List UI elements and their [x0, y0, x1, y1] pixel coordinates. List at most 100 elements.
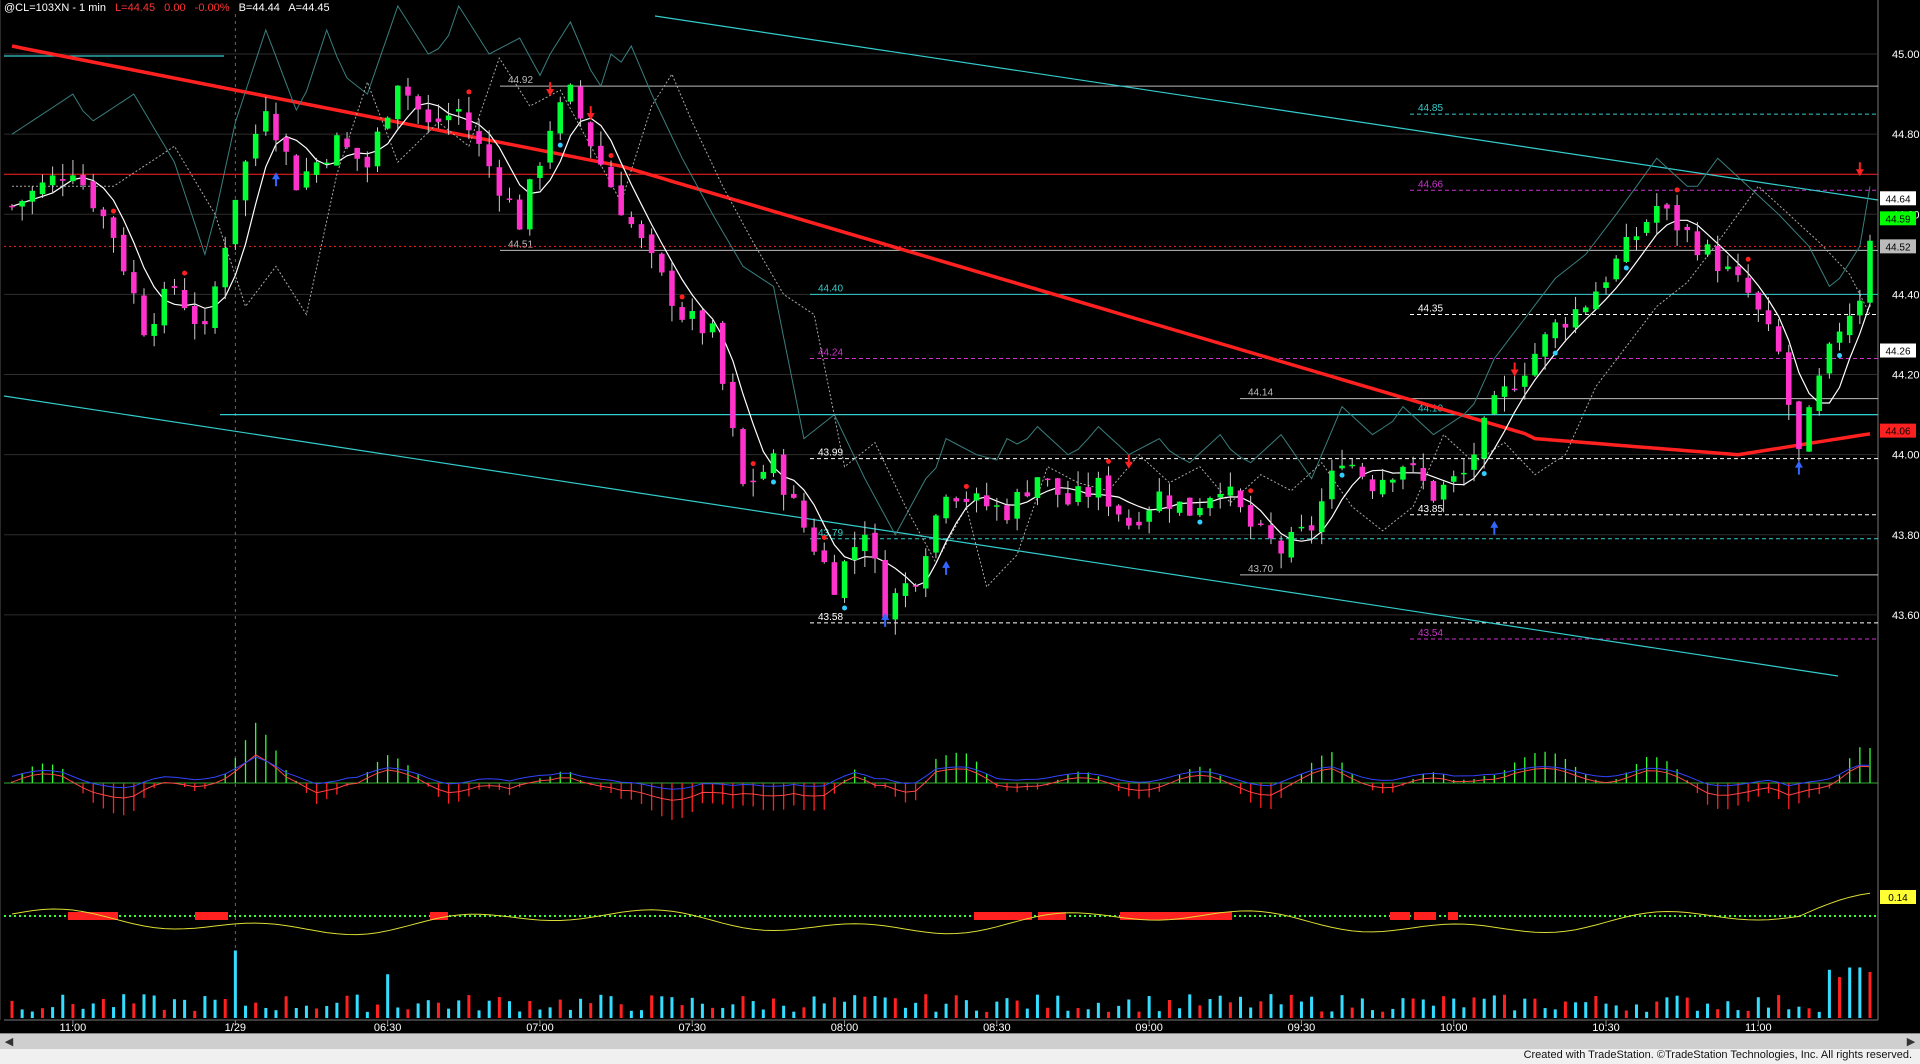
candle-body [1237, 490, 1244, 508]
price-level-label: 43.58 [818, 612, 843, 623]
volume-bar [1035, 994, 1039, 1018]
volume-bar [1574, 1002, 1578, 1018]
candle-body [323, 162, 330, 165]
candle-body [1684, 226, 1691, 231]
candle-body [1613, 258, 1619, 280]
x-tick-label: 08:30 [983, 1022, 1011, 1033]
candle-body [1745, 277, 1751, 293]
volume-bar [883, 997, 887, 1018]
candle-body [1298, 526, 1305, 529]
volume-bar [1299, 1001, 1303, 1018]
volume-bar [1817, 1011, 1821, 1018]
candle-body [151, 323, 157, 336]
candle-body [49, 175, 56, 186]
volume-bar [81, 1008, 85, 1018]
candle-body [1846, 315, 1853, 336]
volume-bar [183, 999, 187, 1018]
volume-bar [528, 1001, 532, 1018]
volume-bar [1269, 994, 1273, 1018]
volume-bar [193, 1010, 197, 1018]
candle-body [1065, 493, 1071, 505]
candle-body [1461, 472, 1467, 475]
candle-body [699, 310, 706, 334]
volume-bar [1310, 996, 1314, 1018]
swing-high-dot [1745, 256, 1751, 262]
candle-body [1410, 463, 1416, 466]
volume-bar [315, 1008, 319, 1018]
scroll-right-icon[interactable]: ▶ [1904, 1035, 1918, 1049]
volume-bar [1289, 994, 1293, 1018]
volume-bar [40, 1008, 44, 1018]
volume-bar [1025, 1008, 1029, 1018]
volume-bar [1015, 1000, 1019, 1018]
indicator-squeeze-segment [1448, 912, 1458, 920]
volume-bar [1756, 997, 1760, 1018]
volume-bar [1157, 1011, 1161, 1018]
candle-body [547, 130, 553, 163]
candle-body [232, 199, 239, 245]
swing-high-dot [679, 294, 685, 300]
candle-body [70, 175, 76, 182]
volume-bar [1188, 994, 1192, 1018]
price-badge-label: 44.52 [1885, 242, 1910, 253]
volume-bar [802, 1007, 806, 1018]
volume-bar [1492, 995, 1496, 1018]
volume-bar [1675, 995, 1679, 1018]
candle-body [1318, 501, 1325, 533]
candle-body [1126, 517, 1132, 526]
swing-high-dot [1106, 458, 1112, 464]
volume-bar [1462, 1007, 1466, 1018]
volume-bar [944, 1003, 948, 1018]
candle-body [131, 272, 137, 294]
volume-bar [680, 1005, 684, 1018]
candle-body [1481, 417, 1487, 459]
volume-bar [1411, 998, 1415, 1018]
volume-bar [396, 1007, 400, 1018]
candle-body [1704, 244, 1711, 255]
volume-bar [1107, 1011, 1111, 1018]
swing-high-dot [1674, 187, 1680, 193]
candle-body [344, 138, 350, 148]
horizontal-scrollbar[interactable]: ◀ ▶ [0, 1033, 1920, 1050]
volume-bar [1239, 996, 1243, 1018]
candle-body [1156, 491, 1163, 512]
y-tick-label: 44.00 [1892, 450, 1920, 462]
volume-bar [355, 994, 359, 1018]
candle-body [1004, 505, 1010, 521]
candle-body [334, 135, 340, 166]
candle-body [1379, 479, 1386, 495]
candle-body [1857, 300, 1863, 316]
scroll-left-icon[interactable]: ◀ [2, 1035, 16, 1049]
swing-high-dot [963, 483, 969, 489]
volume-bar [457, 1000, 461, 1018]
candle-body [1115, 505, 1122, 515]
candle-body [384, 117, 391, 129]
volume-bar [1838, 977, 1842, 1018]
x-tick-label: 06:30 [374, 1022, 402, 1033]
volume-bar [639, 1010, 643, 1018]
candle-body [689, 311, 696, 319]
candle-body [922, 556, 929, 589]
candle-body [638, 224, 645, 239]
candle-body [740, 429, 746, 485]
chart-canvas[interactable]: 45.0044.8044.6044.4044.2044.0043.8043.60… [0, 0, 1920, 1033]
x-tick-label: 10:00 [1440, 1022, 1468, 1033]
candle-body [750, 480, 756, 483]
volume-bar [122, 994, 126, 1018]
candle-body [59, 179, 66, 181]
candle-body [1511, 388, 1518, 391]
candle-body [943, 496, 949, 519]
volume-bar [954, 995, 958, 1018]
candle-body [171, 286, 178, 288]
swing-low-dot [770, 479, 776, 485]
candle-body [1288, 531, 1295, 558]
volume-bar [1706, 1003, 1710, 1018]
volume-bar [843, 1001, 847, 1018]
candle-body [516, 199, 523, 230]
volume-bar [1178, 1008, 1182, 1018]
volume-bar [152, 995, 156, 1018]
sell-arrow-icon [1124, 454, 1133, 469]
candle-body [1735, 266, 1741, 276]
volume-bar [416, 1003, 420, 1018]
volume-bar [1624, 1010, 1628, 1018]
